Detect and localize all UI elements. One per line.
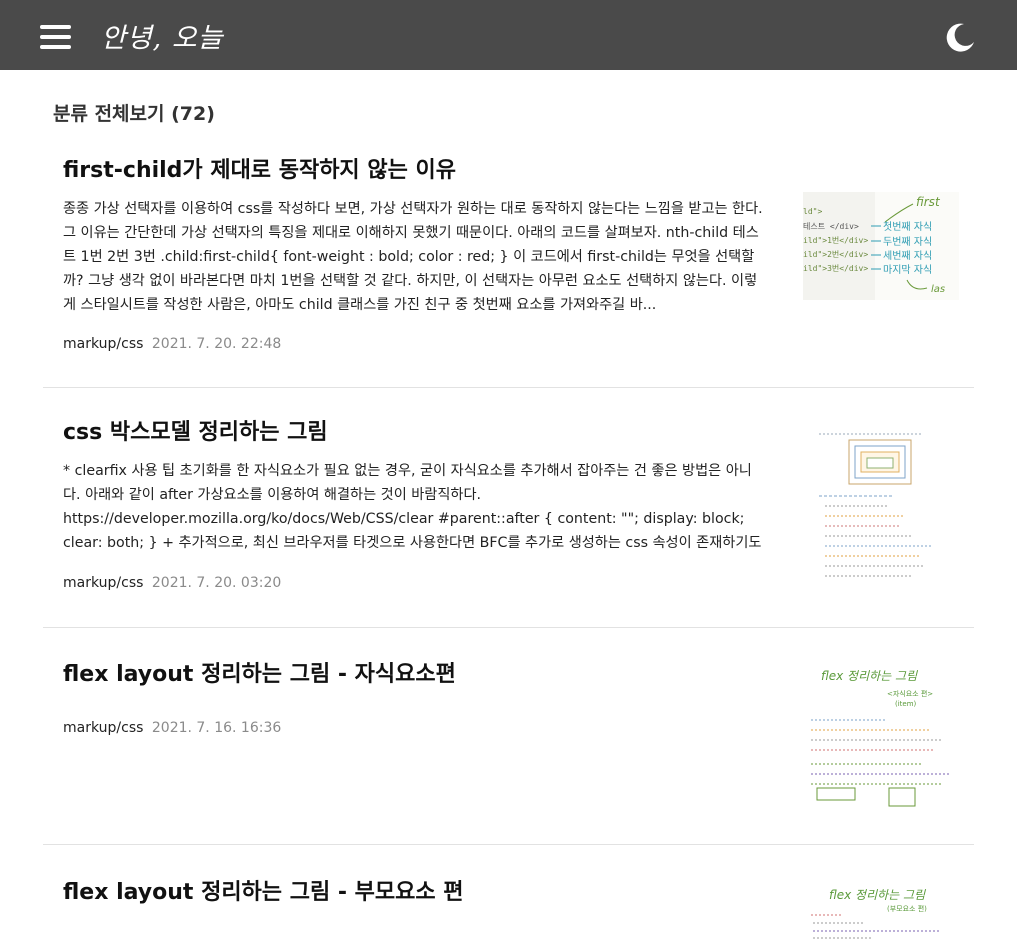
moon-icon[interactable] xyxy=(944,21,976,53)
post-excerpt[interactable]: 종종 가상 선택자를 이용하여 css를 작성하다 보면, 가상 선택자가 원하… xyxy=(63,197,769,317)
post-thumbnail[interactable]: ld"> 테스트 </div> ild">1번</div> ild">2번</d… xyxy=(803,192,959,300)
post-meta: markup/css 2021. 7. 16. 16:36 xyxy=(63,720,281,736)
svg-text:ild">2번</div>: ild">2번</div> xyxy=(803,250,868,259)
post-item: flex layout 정리하는 그림 - 부모요소 편 flex 정리하는 그… xyxy=(43,845,974,941)
post-meta: markup/css 2021. 7. 20. 22:48 xyxy=(63,336,281,352)
post-title[interactable]: flex layout 정리하는 그림 - 자식요소편 xyxy=(63,656,456,688)
post-excerpt[interactable]: * clearfix 사용 팁 초기화를 한 자식요소가 필요 없는 경우, 굳… xyxy=(63,459,769,555)
svg-text:두번째 자식: 두번째 자식 xyxy=(883,236,932,248)
svg-text:flex 정리하는 그림: flex 정리하는 그림 xyxy=(821,669,918,683)
post-category-link[interactable]: markup/css xyxy=(63,720,143,736)
post-item: flex layout 정리하는 그림 - 자식요소편 markup/css 2… xyxy=(43,628,974,845)
post-item: css 박스모델 정리하는 그림 * clearfix 사용 팁 초기화를 한 … xyxy=(43,388,974,628)
svg-text:first: first xyxy=(916,195,941,209)
post-date: 2021. 7. 20. 03:20 xyxy=(151,575,282,591)
post-thumbnail[interactable]: flex 정리하는 그림 (부모요소 편) xyxy=(803,875,959,941)
svg-text:세번째 자식: 세번째 자식 xyxy=(883,250,932,262)
svg-text:las: las xyxy=(931,284,945,295)
svg-text:(item): (item) xyxy=(895,700,917,708)
svg-text:테스트 </div>: 테스트 </div> xyxy=(803,222,859,231)
post-item: first-child가 제대로 동작하지 않는 이유 종종 가상 선택자를 이… xyxy=(43,130,974,388)
post-category-link[interactable]: markup/css xyxy=(63,575,143,591)
post-meta: markup/css 2021. 7. 20. 03:20 xyxy=(63,575,281,591)
css-code-sketch-image: ld"> 테스트 </div> ild">1번</div> ild">2번</d… xyxy=(803,192,959,300)
svg-text:ild">1번</div>: ild">1번</div> xyxy=(803,236,868,245)
post-title[interactable]: first-child가 제대로 동작하지 않는 이유 xyxy=(63,152,456,184)
post-thumbnail[interactable] xyxy=(803,424,959,584)
hamburger-menu-icon[interactable] xyxy=(40,25,72,49)
post-thumbnail[interactable]: flex 정리하는 그림 <자식요소 편> (item) xyxy=(803,658,959,814)
post-title[interactable]: css 박스모델 정리하는 그림 xyxy=(63,414,328,446)
post-category-link[interactable]: markup/css xyxy=(63,336,143,352)
svg-text:<자식요소 편>: <자식요소 편> xyxy=(887,689,933,698)
svg-text:(부모요소 편): (부모요소 편) xyxy=(887,904,927,913)
post-title[interactable]: flex layout 정리하는 그림 - 부모요소 편 xyxy=(63,874,464,906)
blog-title[interactable]: 안녕, 오늘 xyxy=(101,16,224,55)
box-model-sketch-image xyxy=(803,424,959,584)
flex-child-sketch-image: flex 정리하는 그림 <자식요소 편> (item) xyxy=(803,658,959,814)
svg-text:ild">3번</div>: ild">3번</div> xyxy=(803,264,868,273)
flex-parent-sketch-image: flex 정리하는 그림 (부모요소 편) xyxy=(803,875,959,941)
category-title: 분류 전체보기 (72) xyxy=(53,103,215,125)
post-date: 2021. 7. 16. 16:36 xyxy=(151,720,282,736)
svg-text:마지막 자식: 마지막 자식 xyxy=(883,264,932,276)
svg-text:flex 정리하는 그림: flex 정리하는 그림 xyxy=(829,888,926,902)
svg-text:첫번째 자식: 첫번째 자식 xyxy=(883,221,932,233)
post-date: 2021. 7. 20. 22:48 xyxy=(151,336,282,352)
top-bar: 안녕, 오늘 xyxy=(0,0,1017,70)
svg-text:ld">: ld"> xyxy=(803,207,822,216)
